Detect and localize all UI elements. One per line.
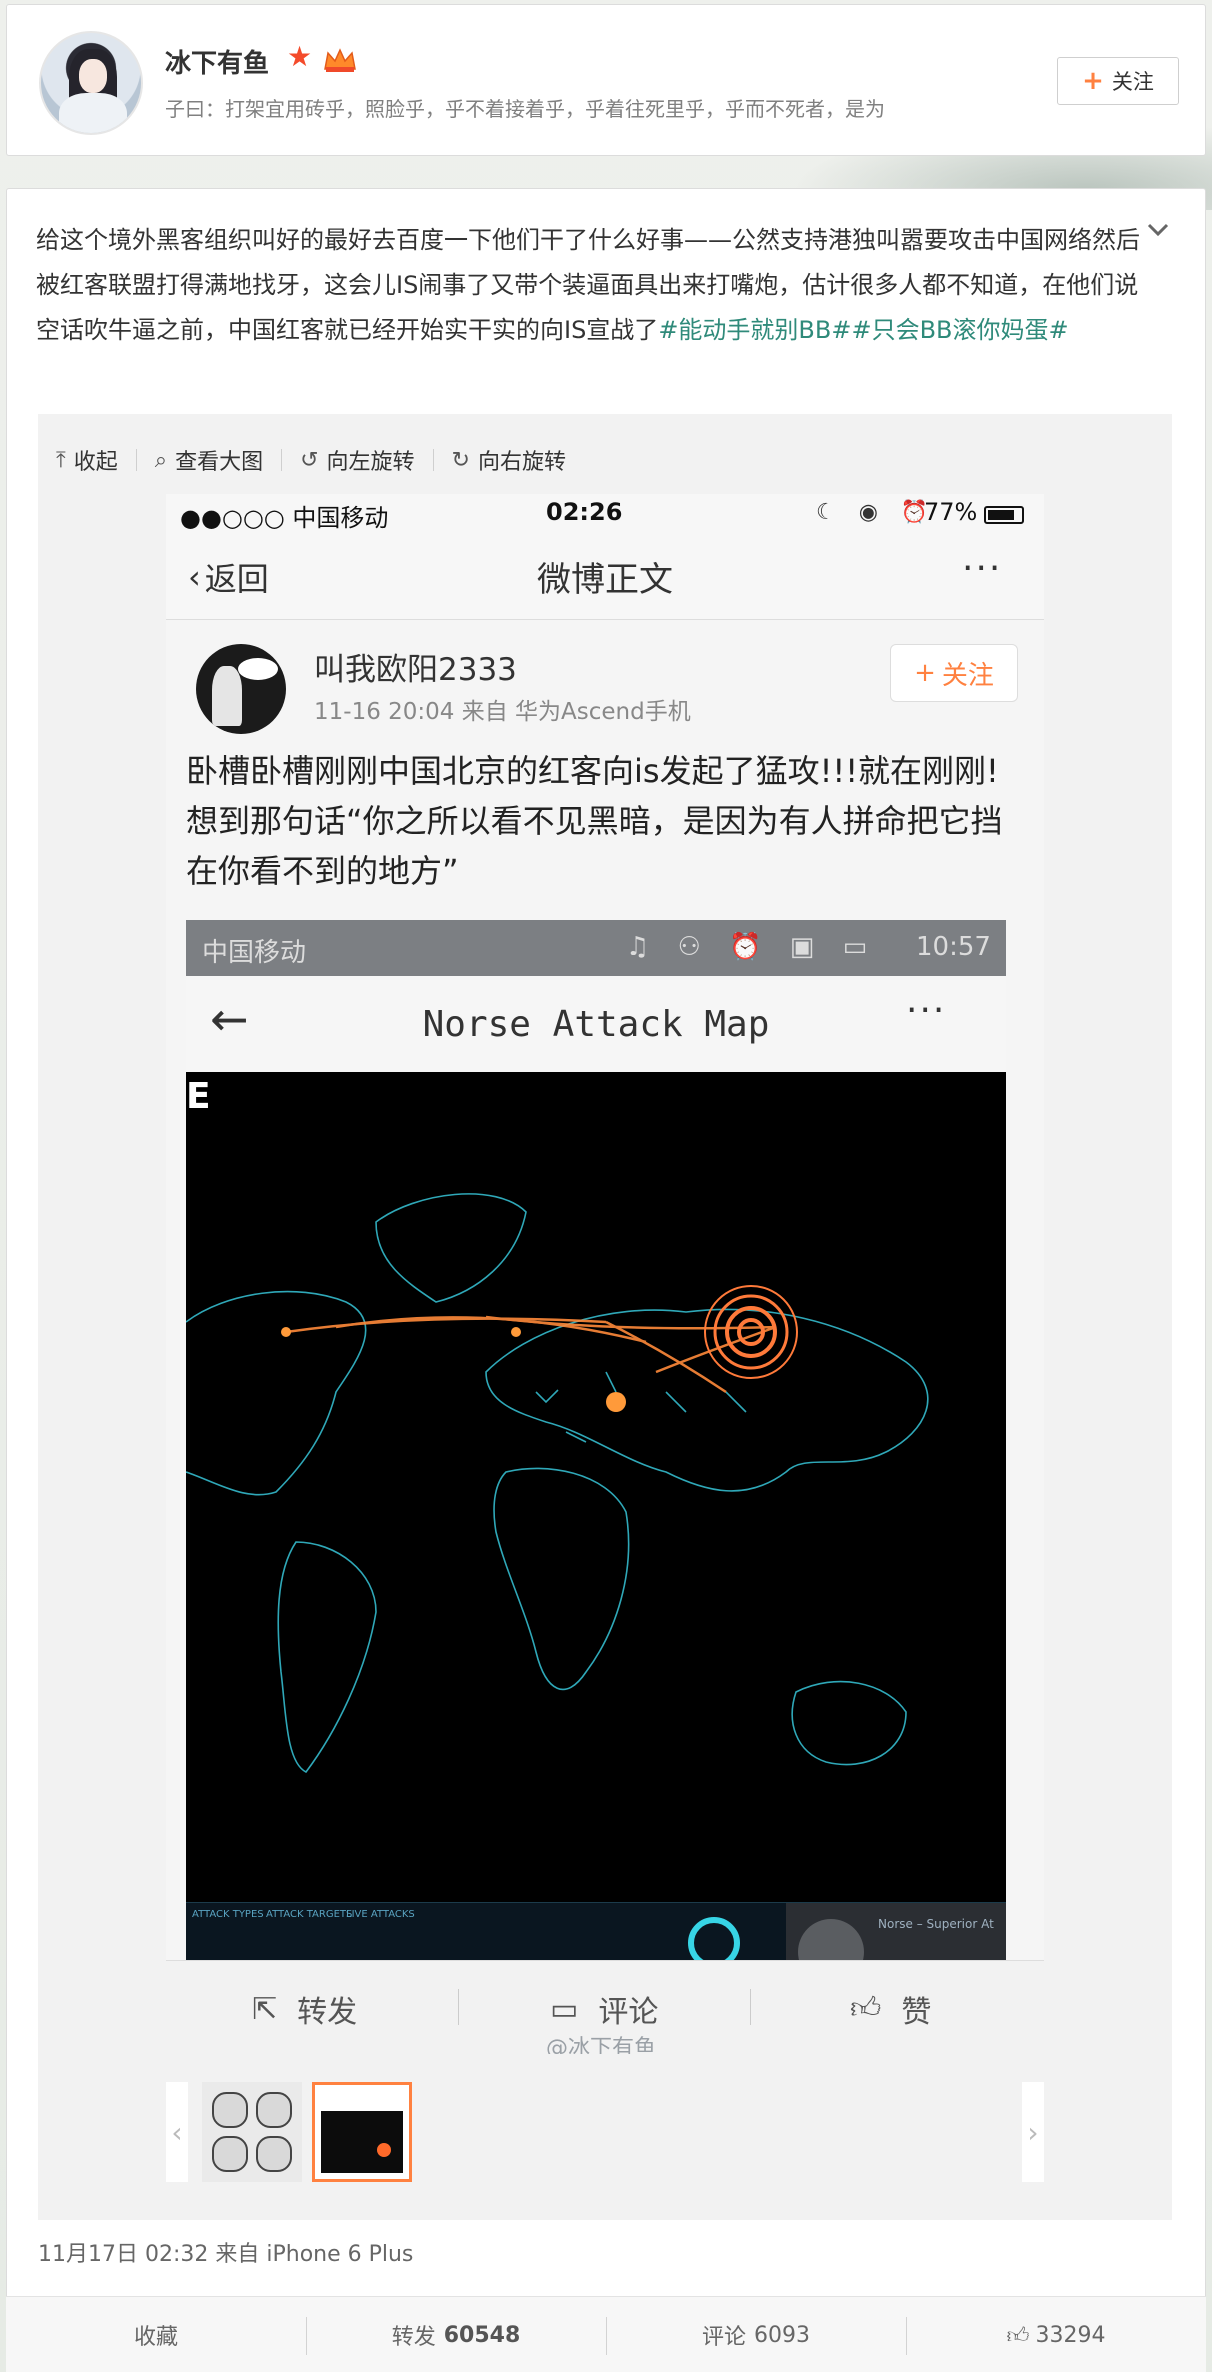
user-name[interactable]: 冰下有鱼: [165, 43, 269, 80]
comment-icon: ▭: [550, 1991, 579, 2027]
user-header-card: 冰下有鱼 ★ 子曰：打架宜用砖乎，照脸乎，乎不着接着乎，乎着往死里乎，乎而不死者…: [6, 4, 1206, 156]
inner-like: 👍︎ 赞: [850, 1987, 931, 2031]
follow-label: 关注: [1111, 70, 1154, 94]
world-map: E ATTACK TYPES ATTACK TARGETS LIVE ATTAC…: [186, 1072, 1006, 1980]
nav-title: 微博正文: [537, 560, 673, 600]
carrier-text: ●●○○○ 中国移动: [180, 504, 389, 532]
continent-outlines: [186, 1193, 929, 1774]
like-count: 33294: [1035, 2322, 1106, 2348]
crown-icon[interactable]: [323, 47, 357, 73]
post-timestamp-source[interactable]: 11月17日 02:32 来自 iPhone 6 Plus: [38, 2236, 413, 2268]
thumb-next-button[interactable]: ›: [1022, 2082, 1044, 2182]
mask-image: [212, 2092, 248, 2128]
inner-comment: ▭ 评论: [550, 1987, 658, 2031]
battery-percent: 77%: [924, 498, 978, 526]
avatar-figure: [212, 666, 242, 726]
rotate-left-icon: ↺: [300, 447, 319, 473]
post-hashtags[interactable]: #能动手就别BB##只会BB滚你妈蛋#: [658, 316, 1068, 344]
inner-like-label: 赞: [901, 1995, 932, 2030]
thumb-map-dot: [377, 2143, 391, 2157]
legend-column: ATTACK TARGETS: [266, 1909, 353, 1920]
more-icon: ···: [906, 990, 947, 1031]
clock-text: 02:26: [546, 498, 623, 526]
avatar-face: [79, 59, 107, 93]
avatar-speech-bubble: [238, 658, 278, 680]
collapse-label: 收起: [73, 450, 118, 475]
plus-icon: +: [1082, 66, 1104, 96]
thumb-prev-button[interactable]: ‹: [166, 2082, 188, 2182]
battery-icon: [984, 506, 1024, 524]
like-button[interactable]: 👍︎ 33294: [906, 2297, 1206, 2372]
view-large-label: 查看大图: [175, 450, 264, 475]
map-ad-text: Norse – Superior At: [878, 1917, 994, 1931]
thumbnail-1[interactable]: [202, 2082, 302, 2182]
attack-target-rings: [704, 1285, 798, 1379]
inner-user-name: 叫我欧阳2333: [314, 652, 517, 688]
inner-follow-button: + 关注: [890, 644, 1018, 702]
rotate-left-button[interactable]: ↺ 向左旋转: [282, 444, 432, 476]
avatar[interactable]: [39, 31, 143, 135]
mask-image: [212, 2136, 248, 2172]
thumbs-up-icon: 👍︎: [1006, 2323, 1030, 2349]
post-text: 给这个境外黑客组织叫好的最好去百度一下他们干了什么好事——公然支持港独叫嚣要攻击…: [36, 218, 1146, 353]
rotate-right-icon: ↻: [451, 447, 470, 473]
favorite-label: 收藏: [133, 2325, 178, 2350]
thumbs-up-icon: 👍︎: [850, 1991, 882, 2026]
inner-post-text: 卧槽卧槽刚刚中国北京的红客向is发起了猛攻!!!就在刚刚!想到那句话“你之所以看…: [186, 752, 1003, 890]
inner-repost-label: 转发: [297, 1995, 358, 2030]
more-icon: ···: [962, 548, 1003, 589]
map-carrier: 中国移动: [202, 938, 307, 968]
map-status-icons: ♫ ⚇ ⏰ ▣ ▭: [626, 932, 878, 962]
rotate-right-button[interactable]: ↻ 向右旋转: [434, 444, 584, 476]
share-icon: ⇱: [252, 1991, 278, 2027]
attack-map-screenshot: 中国移动 ♫ ⚇ ⏰ ▣ ▭ 10:57 ← Norse Attack Map …: [186, 920, 1006, 1980]
phone-nav-bar: ‹ 返回 微博正文 ···: [166, 530, 1044, 620]
view-large-button[interactable]: ⌕ 查看大图: [137, 444, 281, 476]
repost-button[interactable]: 转发 60548: [306, 2297, 606, 2372]
inner-avatar: [196, 644, 286, 734]
follow-button[interactable]: + 关注: [1057, 57, 1179, 105]
avatar-robe: [59, 93, 127, 133]
inner-post-meta: 11-16 20:04 来自 华为Ascend手机: [314, 699, 691, 725]
thumb-map: [321, 2111, 403, 2173]
favorite-button[interactable]: 收藏: [6, 2297, 306, 2372]
repost-count: 60548: [443, 2322, 521, 2348]
star-icon[interactable]: ★: [287, 43, 312, 71]
repost-label: 转发: [391, 2325, 436, 2350]
action-divider: [458, 1989, 459, 2025]
comment-label: 评论: [701, 2325, 746, 2350]
map-nav-bar: ← Norse Attack Map ···: [186, 976, 1006, 1072]
rotate-right-label: 向右旋转: [477, 450, 566, 475]
collapse-button[interactable]: ⤒ 收起: [38, 444, 136, 476]
comment-button[interactable]: 评论 6093: [606, 2297, 906, 2372]
watermark: @冰下有鱼: [546, 2036, 657, 2054]
map-time: 10:57: [916, 932, 991, 962]
collapse-icon: ⤒: [56, 447, 66, 473]
rotate-left-label: 向左旋转: [326, 450, 415, 475]
action-divider: [750, 1989, 751, 2025]
user-bio: 子曰：打架宜用砖乎，照脸乎，乎不着接着乎，乎着往死里乎，乎而不死者，是为: [165, 97, 885, 121]
mask-image: [256, 2092, 292, 2128]
inner-follow-label: 关注: [941, 660, 994, 691]
media-toolbar: ⤒ 收起 ⌕ 查看大图 ↺ 向左旋转 ↻ 向右旋转: [38, 434, 584, 486]
phone-status-bar: ●●○○○ 中国移动 02:26 ☾ ◉ ⏰ 77%: [166, 494, 1044, 532]
legend-column: ATTACK TYPES: [192, 1909, 264, 1920]
chevron-down-icon[interactable]: [1146, 218, 1170, 242]
search-icon: ⌕: [154, 447, 168, 473]
mask-image: [256, 2136, 292, 2172]
post-image[interactable]: ●●○○○ 中国移动 02:26 ☾ ◉ ⏰ 77% ‹ 返回 微博正文 ···…: [166, 494, 1044, 2054]
world-map-graphic: [186, 1193, 929, 1774]
attack-origin-dot: [606, 1392, 626, 1412]
comment-count: 6093: [754, 2322, 810, 2348]
post-stats-bar: 收藏 转发 60548 评论 6093 👍︎ 33294: [6, 2296, 1206, 2372]
map-title: Norse Attack Map: [422, 1004, 770, 1045]
thumbnail-2-selected[interactable]: [312, 2082, 412, 2182]
status-icons: ☾ ◉ ⏰: [816, 500, 937, 525]
map-status-bar: 中国移动 ♫ ⚇ ⏰ ▣ ▭ 10:57: [186, 920, 1006, 976]
inner-comment-label: 评论: [598, 1995, 659, 2030]
inner-repost: ⇱ 转发: [252, 1987, 357, 2031]
plus-icon: +: [914, 658, 936, 688]
legend-column: LIVE ATTACKS: [346, 1909, 415, 1920]
